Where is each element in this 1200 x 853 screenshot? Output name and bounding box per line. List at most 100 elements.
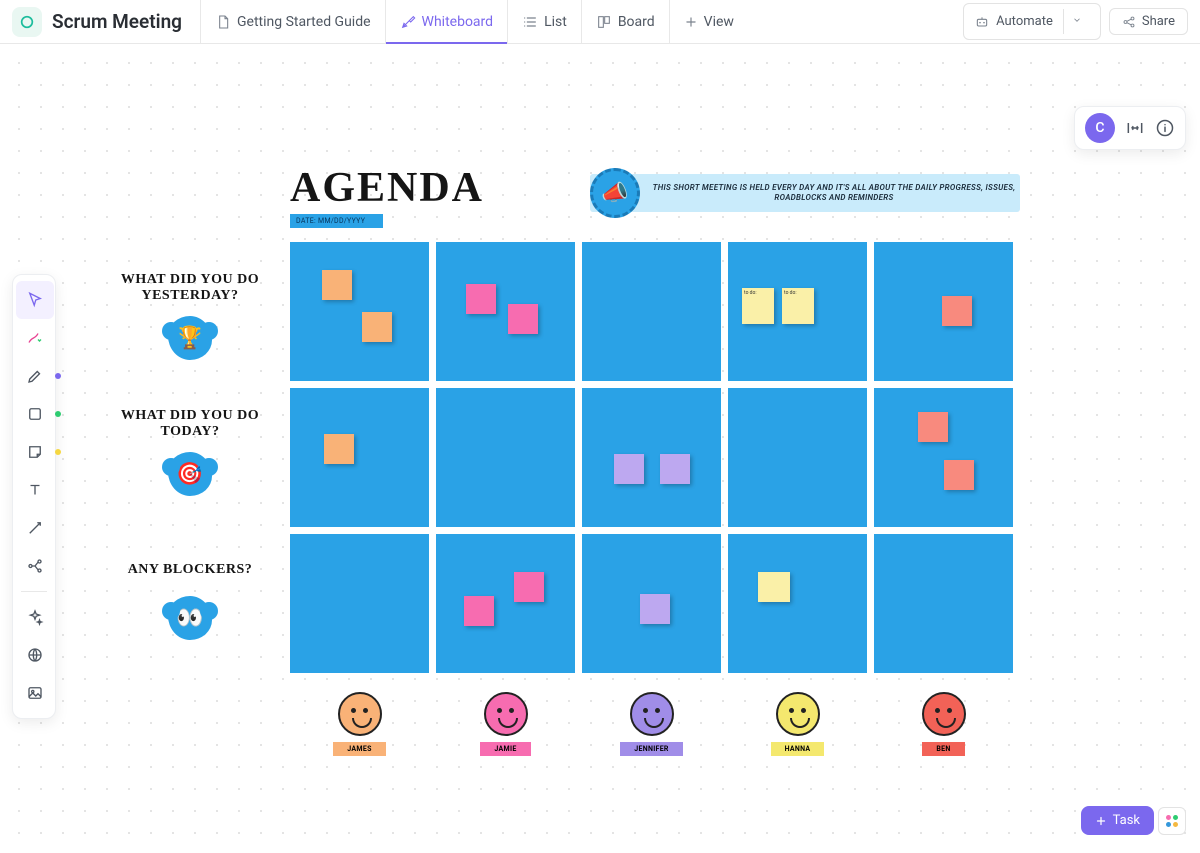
row-label-today[interactable]: WHAT DID YOU DO TODAY? [110, 408, 270, 440]
tool-web[interactable] [13, 636, 57, 674]
sticky-note[interactable] [942, 296, 972, 326]
sparkle-path-icon [26, 329, 44, 347]
text-icon [26, 481, 44, 499]
cell[interactable] [290, 534, 429, 673]
sticky-note[interactable] [944, 460, 974, 490]
date-tag[interactable]: DATE: MM/DD/YYYY [290, 214, 383, 228]
new-task-button[interactable]: Task [1081, 806, 1154, 835]
avatar[interactable]: C [1085, 113, 1115, 143]
tab-getting-started[interactable]: Getting Started Guide [200, 0, 386, 44]
cell[interactable] [874, 242, 1013, 381]
smiley-icon [484, 692, 528, 736]
tool-ai[interactable] [13, 598, 57, 636]
row-label-yesterday[interactable]: WHAT DID YOU DO YESTERDAY? [110, 272, 270, 304]
sticky-note[interactable] [362, 312, 392, 342]
sticky-note[interactable] [322, 270, 352, 300]
name-tag: JENNIFER [620, 742, 682, 756]
info-icon [1155, 118, 1175, 138]
cell[interactable] [582, 388, 721, 527]
tool-pen[interactable] [13, 357, 57, 395]
views-tabs: Getting Started Guide Whiteboard List Bo… [200, 0, 748, 44]
canvas-controls: C [1074, 106, 1186, 150]
share-icon [1122, 15, 1136, 29]
cell[interactable] [290, 388, 429, 527]
row-label-blockers[interactable]: ANY BLOCKERS? [110, 562, 270, 578]
pen-icon [26, 367, 44, 385]
sticky-note[interactable] [514, 572, 544, 602]
tab-list[interactable]: List [508, 0, 582, 44]
person-jamie[interactable]: JAMIE [436, 692, 575, 756]
add-view-button[interactable]: View [670, 14, 748, 30]
whiteboard-icon [400, 14, 416, 30]
name-tag: BEN [922, 742, 964, 756]
fit-width-button[interactable] [1125, 118, 1145, 138]
whiteboard-canvas[interactable]: C AGENDA DATE: MM/DD/YYYY THIS SHORT MEE… [0, 44, 1200, 853]
cell[interactable] [582, 242, 721, 381]
tool-mindmap[interactable] [13, 547, 57, 585]
sticky-note[interactable] [660, 454, 690, 484]
person-jennifer[interactable]: JENNIFER [582, 692, 721, 756]
smiley-icon [630, 692, 674, 736]
smiley-icon [338, 692, 382, 736]
cell[interactable] [290, 242, 429, 381]
sticky-note[interactable] [614, 454, 644, 484]
eyes-icon: 👀 [168, 596, 212, 640]
smiley-icon [776, 692, 820, 736]
cell[interactable] [582, 534, 721, 673]
sticky-grid: to do: to do: [290, 242, 1013, 673]
automate-button[interactable]: Automate [963, 3, 1101, 40]
person-ben[interactable]: BEN [874, 692, 1013, 756]
sticky-note[interactable] [758, 572, 790, 602]
tool-shape[interactable] [13, 395, 57, 433]
branch-icon [26, 557, 44, 575]
cell[interactable] [436, 242, 575, 381]
person-james[interactable]: JAMES [290, 692, 429, 756]
workspace-icon[interactable] [12, 7, 42, 37]
tool-sticky-note[interactable] [13, 433, 57, 471]
cursor-icon [26, 291, 44, 309]
tab-board[interactable]: Board [582, 0, 670, 44]
apps-button[interactable] [1158, 807, 1186, 835]
sticky-note[interactable] [466, 284, 496, 314]
square-icon [26, 405, 44, 423]
sticky-note[interactable]: to do: [742, 288, 774, 324]
sticky-note[interactable] [464, 596, 494, 626]
cell[interactable] [436, 534, 575, 673]
banner[interactable]: THIS SHORT MEETING IS HELD EVERY DAY AND… [590, 174, 1020, 212]
share-button[interactable]: Share [1109, 8, 1188, 35]
megaphone-icon: 📣 [590, 168, 640, 218]
cell[interactable]: to do: to do: [728, 242, 867, 381]
sticky-note[interactable]: to do: [782, 288, 814, 324]
agenda-title[interactable]: AGENDA [290, 164, 484, 212]
person-hanna[interactable]: HANNA [728, 692, 867, 756]
tool-text[interactable] [13, 471, 57, 509]
board-icon [596, 14, 612, 30]
sticky-note[interactable] [324, 434, 354, 464]
chevron-down-icon [1072, 15, 1082, 25]
sticky-note[interactable] [640, 594, 670, 624]
sticky-note[interactable] [918, 412, 948, 442]
smiley-icon [922, 692, 966, 736]
robot-icon [974, 14, 990, 30]
doc-icon [215, 14, 231, 30]
apps-icon [1166, 815, 1178, 827]
tool-generate[interactable] [13, 319, 57, 357]
plus-icon [684, 15, 698, 29]
page-title[interactable]: Scrum Meeting [52, 10, 182, 33]
image-icon [26, 684, 44, 702]
tool-select[interactable] [16, 281, 54, 319]
tool-connector[interactable] [13, 509, 57, 547]
sticky-note[interactable] [508, 304, 538, 334]
name-tag: HANNA [771, 742, 825, 756]
info-button[interactable] [1155, 118, 1175, 138]
tab-whiteboard[interactable]: Whiteboard [386, 0, 509, 44]
cell[interactable] [728, 388, 867, 527]
cell[interactable] [874, 534, 1013, 673]
cell[interactable] [728, 534, 867, 673]
note-icon [26, 443, 44, 461]
canvas-toolbar [12, 274, 56, 719]
cell[interactable] [436, 388, 575, 527]
tool-image[interactable] [13, 674, 57, 712]
cell[interactable] [874, 388, 1013, 527]
automate-chevron[interactable] [1063, 9, 1090, 34]
